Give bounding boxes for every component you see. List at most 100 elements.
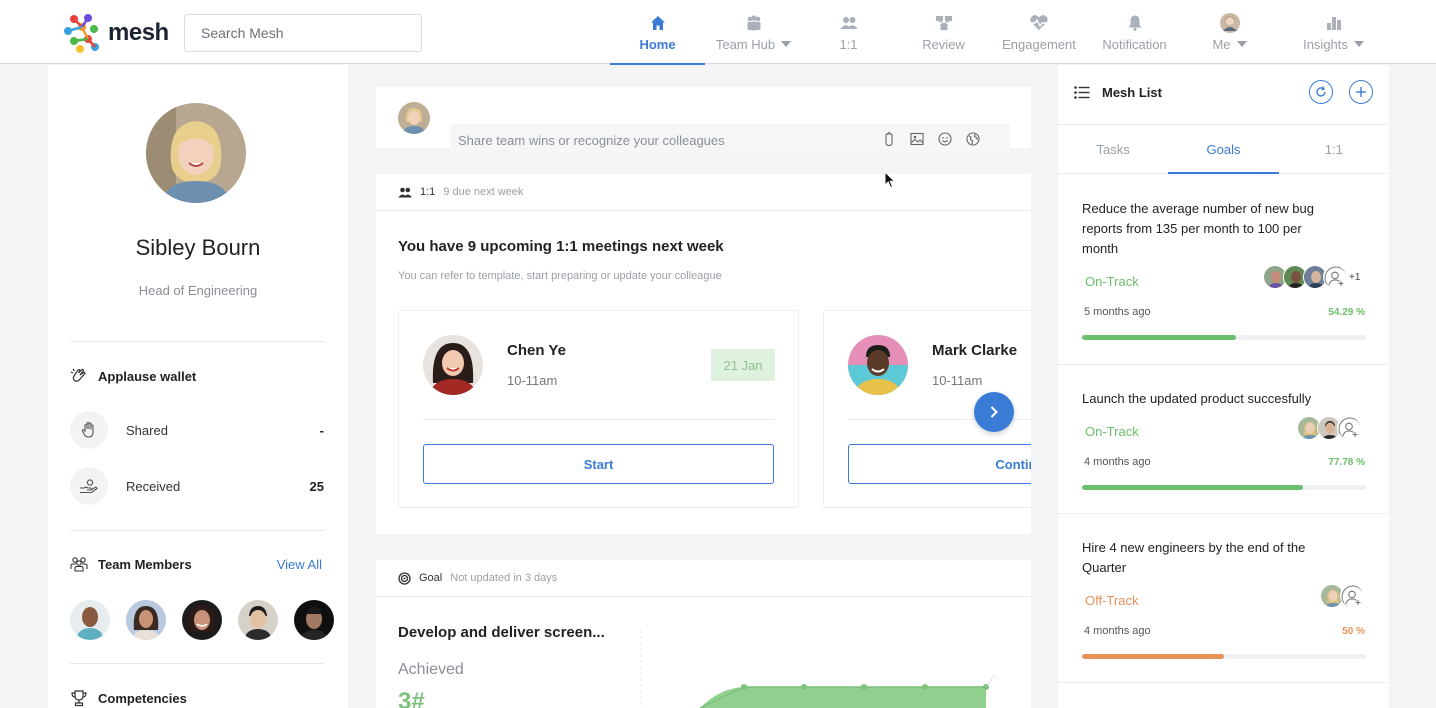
profile-sidebar: Sibley Bourn Head of Engineering Applaus…	[48, 65, 348, 708]
nav-engagement[interactable]: Engagement	[991, 0, 1087, 64]
add-owner-icon[interactable]	[1323, 265, 1347, 289]
applause-icon[interactable]	[881, 131, 897, 147]
refresh-icon	[1316, 86, 1326, 97]
top-navigation: mesh Home Team Hub 1:1 Review Engagement	[0, 0, 1436, 65]
goal-owners: +1	[1263, 265, 1360, 289]
image-icon[interactable]	[909, 131, 925, 147]
bell-icon	[1127, 13, 1143, 33]
applause-wallet-title: Applause wallet	[98, 368, 197, 384]
tab-one-on-one[interactable]: 1:1	[1279, 126, 1389, 173]
nav-insights-label: Insights	[1303, 36, 1348, 52]
meetings-card: 1:1 9 due next week You have 9 upcoming …	[376, 174, 1031, 534]
nav-me[interactable]: Me	[1182, 0, 1277, 64]
meeting-time: 10-11am	[507, 373, 558, 388]
goal-list-item[interactable]: Reduce the average number of new bug rep…	[1058, 175, 1389, 365]
target-icon	[398, 571, 411, 585]
divider	[423, 419, 774, 420]
goal-progress-bar	[1082, 485, 1366, 490]
goal-progress-fill	[1082, 654, 1224, 659]
list-icon	[1074, 86, 1090, 99]
chevron-down-icon	[1236, 41, 1247, 47]
achieved-label: Achieved	[398, 661, 464, 678]
goal-updated-ago: 4 months ago	[1084, 625, 1151, 637]
search-input[interactable]	[184, 14, 422, 52]
add-owner-icon[interactable]	[1340, 584, 1364, 608]
nav-notification[interactable]: Notification	[1087, 0, 1182, 64]
nav-one-on-one-label: 1:1	[839, 36, 858, 52]
nav-team-hub-label: Team Hub	[715, 36, 776, 52]
shared-row: Shared -	[70, 410, 324, 450]
receive-hand-icon	[70, 467, 108, 505]
profile-role: Head of Engineering	[138, 283, 258, 298]
goal-item-title: Reduce the average number of new bug rep…	[1082, 201, 1314, 256]
meetings-card-header: 1:1 9 due next week	[376, 174, 1031, 211]
hand-icon	[70, 411, 108, 449]
goal-progress-fill	[1082, 335, 1237, 340]
goal-updated-ago: 4 months ago	[1084, 456, 1151, 468]
meetings-due: 9 due next week	[443, 186, 524, 198]
team-member-avatar[interactable]	[182, 600, 222, 640]
divider	[70, 663, 324, 664]
extra-owners-count: +1	[1349, 271, 1361, 283]
team-member-avatar[interactable]	[70, 600, 110, 640]
post-placeholder: Share team wins or recognize your collea…	[458, 132, 725, 148]
goal-progress-chart	[640, 630, 997, 708]
user-avatar	[398, 102, 430, 134]
people-icon	[840, 13, 858, 33]
shared-value: -	[319, 422, 324, 438]
chevron-down-icon	[1353, 41, 1364, 47]
meeting-card: Chen Ye 10-11am 21 Jan Start	[398, 310, 799, 508]
competencies-header: Competencies	[70, 689, 187, 707]
start-button[interactable]: Start	[423, 444, 774, 484]
goal-title: Develop and deliver screen...	[398, 624, 605, 641]
globe-icon[interactable]	[965, 131, 981, 147]
nav-me-label: Me	[1212, 36, 1231, 52]
team-member-avatar[interactable]	[126, 600, 166, 640]
goal-owners	[1297, 416, 1361, 440]
continue-button[interactable]: Continue	[848, 444, 1031, 484]
profile-avatar[interactable]	[146, 103, 246, 203]
goal-percent: 54.29 %	[1328, 307, 1365, 318]
meetings-title: You have 9 upcoming 1:1 meetings next we…	[398, 238, 724, 255]
competencies-title: Competencies	[98, 690, 187, 706]
goal-card-header: Goal Not updated in 3 days	[376, 560, 1031, 597]
next-carousel-button[interactable]	[974, 392, 1014, 432]
nav-home[interactable]: Home	[610, 0, 705, 65]
nav-home-label: Home	[639, 36, 676, 52]
goal-card: Goal Not updated in 3 days Develop and d…	[376, 560, 1031, 708]
meeting-date-badge: 21 Jan	[711, 349, 775, 381]
goal-progress-bar	[1082, 654, 1366, 659]
nav-review[interactable]: Review	[896, 0, 991, 64]
plus-icon	[1356, 87, 1366, 97]
nav-review-label: Review	[922, 36, 965, 52]
goal-list-item[interactable]: Hire 4 new engineers by the end of the Q…	[1058, 514, 1389, 683]
goal-updated: Not updated in 3 days	[450, 572, 558, 584]
emoji-icon[interactable]	[937, 131, 953, 147]
mesh-logo[interactable]: mesh	[62, 13, 169, 53]
team-member-avatar[interactable]	[294, 600, 334, 640]
trophy-icon	[71, 690, 87, 707]
refresh-button[interactable]	[1309, 80, 1333, 104]
goal-percent: 50 %	[1342, 626, 1365, 637]
team-member-avatar[interactable]	[238, 600, 278, 640]
attendee-avatar	[848, 335, 908, 395]
tab-goals[interactable]: Goals	[1168, 126, 1279, 174]
nav-one-on-one[interactable]: 1:1	[801, 0, 896, 64]
add-owner-icon[interactable]	[1337, 416, 1361, 440]
goal-status: On-Track	[1085, 274, 1139, 289]
mesh-list-tabs: Tasks Goals 1:1	[1058, 126, 1389, 174]
nav-insights[interactable]: Insights	[1286, 0, 1381, 64]
nav-team-hub[interactable]: Team Hub	[706, 0, 801, 64]
view-all-link[interactable]: View All	[277, 557, 322, 572]
attendee-avatar	[423, 335, 483, 395]
achieved-value: 3#	[398, 688, 425, 708]
user-avatar	[1219, 12, 1240, 33]
review-icon	[935, 13, 953, 33]
people-icon	[398, 187, 412, 197]
team-members-header: Team Members	[70, 556, 192, 572]
add-button[interactable]	[1349, 80, 1373, 104]
goal-list-item[interactable]: Launch the updated product succesfully O…	[1058, 365, 1389, 514]
tab-tasks[interactable]: Tasks	[1058, 126, 1168, 173]
home-icon	[650, 13, 666, 33]
divider	[70, 530, 324, 531]
